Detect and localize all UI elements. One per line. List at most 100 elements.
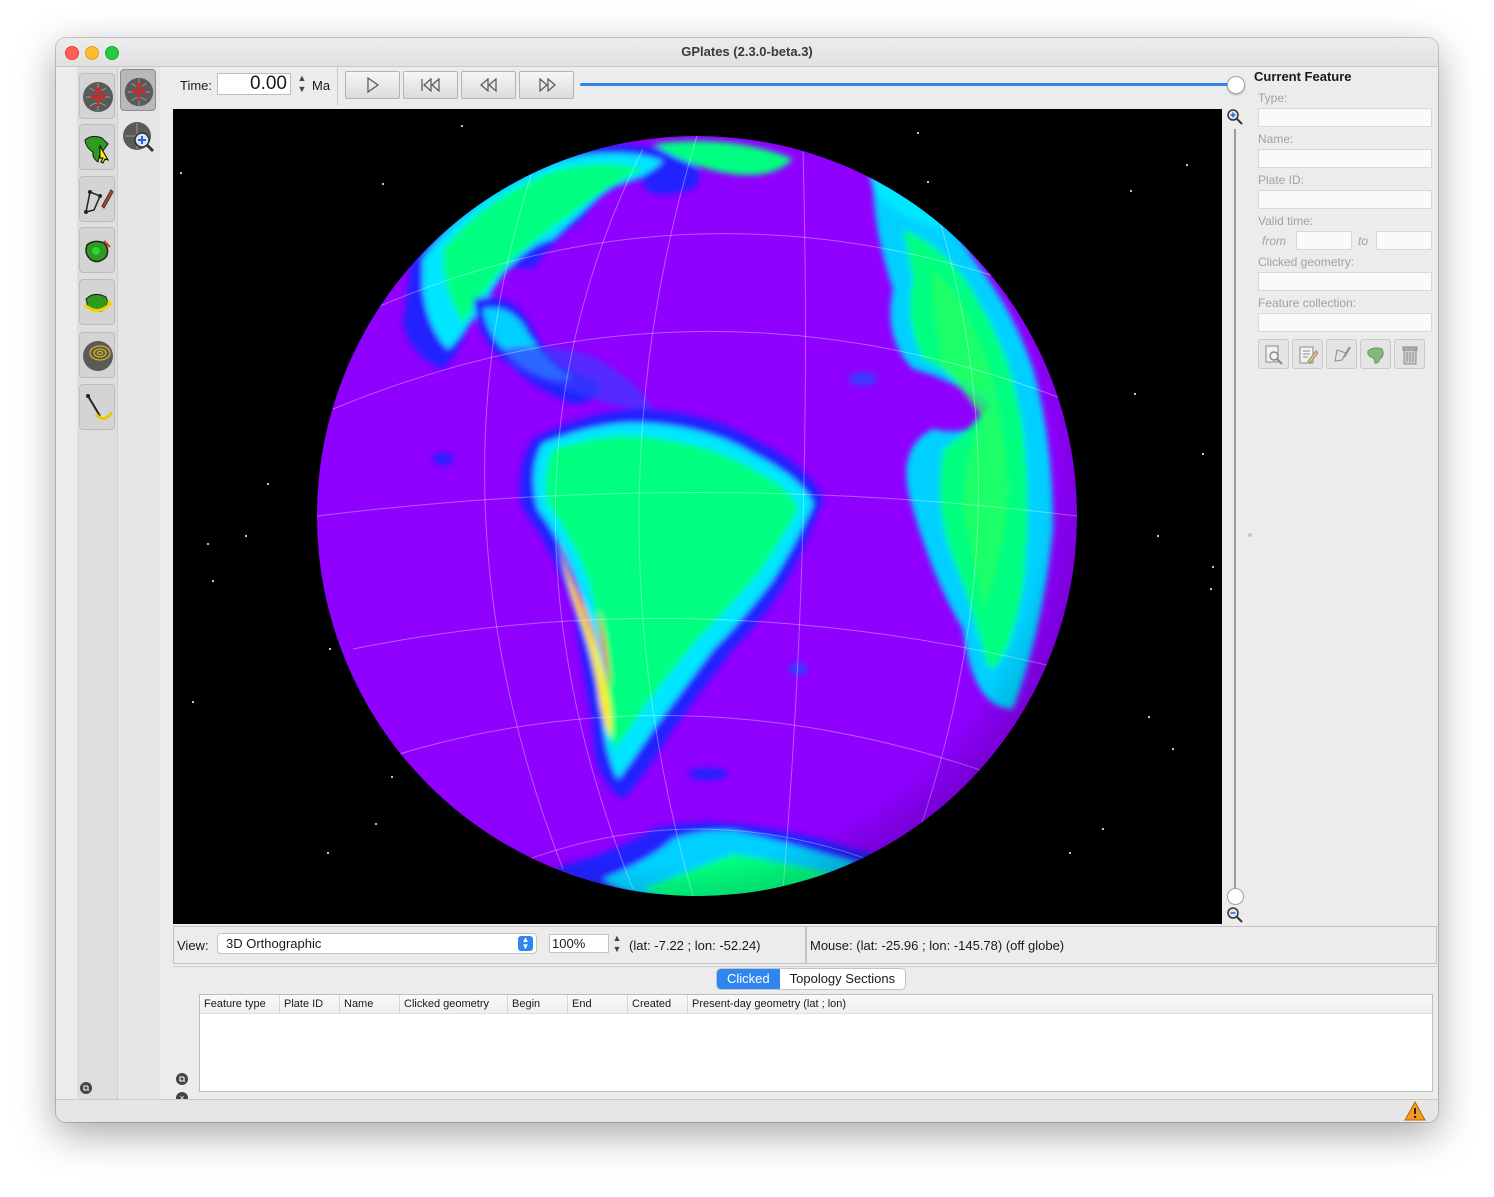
view-label: View:: [177, 938, 209, 953]
clicked-features-table[interactable]: Feature type Plate ID Name Clicked geome…: [199, 994, 1433, 1092]
small-circle-tool-button[interactable]: [79, 332, 115, 378]
name-label: Name:: [1258, 132, 1294, 146]
drag-globe-tool-button[interactable]: [79, 73, 115, 119]
play-icon: [366, 76, 379, 94]
query-feature-icon: [1265, 345, 1283, 365]
projection-select[interactable]: 3D Orthographic ▲ ▼: [217, 933, 537, 954]
tool-palette-column-1: ⧉: [77, 67, 118, 1099]
status-bar: [56, 1099, 1438, 1122]
splitter-handle[interactable]: [1248, 533, 1252, 537]
digitise-geometry-tool-button[interactable]: [79, 176, 115, 222]
warning-icon[interactable]: [1404, 1101, 1426, 1121]
valid-time-label: Valid time:: [1258, 214, 1314, 228]
time-unit-label: Ma: [312, 78, 331, 93]
plate-id-field: [1258, 190, 1432, 209]
zoom-slider-handle[interactable]: [1227, 888, 1244, 905]
main-window: GPlates (2.3.0-beta.3) ⧉ Time: 0.00 ▲ ▼ …: [56, 38, 1438, 1122]
globe-canvas[interactable]: [173, 109, 1222, 924]
name-field: [1258, 149, 1432, 168]
column-header-feature-type[interactable]: Feature type: [200, 995, 280, 1013]
column-header-present-day-geometry[interactable]: Present-day geometry (lat ; lon): [688, 995, 1432, 1013]
from-label: from: [1262, 234, 1286, 248]
column-header-name[interactable]: Name: [340, 995, 400, 1013]
panel-divider: [173, 966, 1438, 967]
play-button[interactable]: [345, 71, 400, 99]
column-header-created[interactable]: Created: [628, 995, 688, 1013]
plate-id-label: Plate ID:: [1258, 173, 1305, 187]
minimize-window-button[interactable]: [85, 46, 99, 60]
chevron-updown-icon: ▲ ▼: [518, 936, 533, 951]
zoom-globe-tool-button[interactable]: [120, 115, 156, 157]
tab-clicked[interactable]: Clicked: [717, 969, 780, 989]
close-window-button[interactable]: [65, 46, 79, 60]
query-feature-button[interactable]: [1258, 339, 1289, 369]
zoom-percent-spinner[interactable]: ▲ ▼: [611, 933, 623, 955]
measure-distance-tool-button[interactable]: [79, 384, 115, 430]
time-input[interactable]: 0.00: [217, 73, 291, 95]
detach-palette-icon[interactable]: ⧉: [80, 1082, 92, 1094]
zoom-percent-input[interactable]: 100%: [549, 934, 609, 953]
clicked-geometry-label: Clicked geometry:: [1258, 255, 1355, 269]
zoom-slider-panel: [1224, 109, 1246, 924]
step-forward-icon: [538, 77, 556, 93]
pole-manipulation-tool-button[interactable]: [79, 279, 115, 325]
small-circle-tool-icon: [83, 341, 113, 371]
zoom-out-icon[interactable]: [1227, 907, 1243, 923]
mouse-position-readout: Mouse: (lat: -25.96 ; lon: -145.78) (off…: [810, 938, 1065, 953]
feature-collection-field: [1258, 313, 1432, 332]
camera-latlon-readout: (lat: -7.22 ; lon: -52.24): [629, 938, 761, 953]
current-feature-panel: Current Feature Type: Name: Plate ID: Va…: [1248, 67, 1438, 1067]
time-spinner[interactable]: ▲ ▼: [296, 73, 308, 95]
time-slider-handle[interactable]: [1227, 76, 1245, 94]
column-header-begin[interactable]: Begin: [508, 995, 568, 1013]
step-back-icon: [479, 77, 497, 93]
globe-viewport[interactable]: [173, 109, 1222, 924]
pole-manipulation-tool-icon: [83, 293, 113, 312]
time-slider-track[interactable]: [580, 83, 1235, 86]
column-header-plate-id[interactable]: Plate ID: [280, 995, 340, 1013]
title-bar: GPlates (2.3.0-beta.3): [56, 38, 1438, 67]
drag-globe-tool-icon: [83, 82, 113, 112]
edit-feature-button[interactable]: [1292, 339, 1323, 369]
type-field: [1258, 108, 1432, 127]
tab-topology-sections[interactable]: Topology Sections: [780, 969, 906, 989]
move-vertex-icon: [1334, 346, 1351, 362]
move-vertex-button[interactable]: [1326, 339, 1357, 369]
feature-table-panel: Clicked Topology Sections Feature type P…: [173, 966, 1438, 1104]
table-header: Feature type Plate ID Name Clicked geome…: [200, 995, 1432, 1014]
feature-table-tabs: Clicked Topology Sections: [716, 968, 907, 990]
spin-up-icon[interactable]: ▲: [611, 933, 623, 944]
step-forward-button[interactable]: [519, 71, 574, 99]
step-back-button[interactable]: [461, 71, 516, 99]
valid-time-to-field: [1376, 231, 1432, 250]
toolbar-divider: [337, 67, 338, 105]
projection-select-value: 3D Orthographic: [226, 936, 322, 951]
delete-feature-button[interactable]: [1394, 339, 1425, 369]
zoom-slider-track[interactable]: [1234, 129, 1236, 899]
to-label: to: [1358, 234, 1369, 248]
digitise-geometry-tool-icon: [84, 189, 114, 214]
build-topology-tool-icon: [85, 240, 111, 263]
zoom-window-button[interactable]: [105, 46, 119, 60]
zoom-in-icon[interactable]: [1227, 109, 1243, 125]
reset-to-start-button[interactable]: [403, 71, 458, 99]
build-topology-tool-button[interactable]: [79, 227, 115, 273]
column-header-end[interactable]: End: [568, 995, 628, 1013]
reorient-globe-tool-button[interactable]: [120, 69, 156, 111]
measure-distance-tool-icon: [86, 394, 114, 420]
window-title: GPlates (2.3.0-beta.3): [681, 44, 813, 59]
clicked-geometry-field: [1258, 272, 1432, 291]
clone-feature-button[interactable]: [1360, 339, 1391, 369]
globe-surface: [317, 136, 1077, 896]
column-header-clicked-geometry[interactable]: Clicked geometry: [400, 995, 508, 1013]
clone-feature-icon: [1367, 347, 1384, 364]
spin-down-icon[interactable]: ▼: [611, 944, 623, 955]
edit-feature-icon: [1299, 346, 1318, 364]
choose-feature-tool-button[interactable]: [79, 124, 115, 170]
reset-to-start-icon: [420, 77, 440, 93]
view-bar: View: 3D Orthographic ▲ ▼ 100% ▲ ▼ (lat: …: [173, 926, 806, 964]
float-panel-icon[interactable]: ⧉: [176, 1073, 188, 1085]
spin-down-icon[interactable]: ▼: [296, 84, 308, 95]
spin-up-icon[interactable]: ▲: [296, 73, 308, 84]
delete-feature-icon: [1402, 346, 1418, 365]
